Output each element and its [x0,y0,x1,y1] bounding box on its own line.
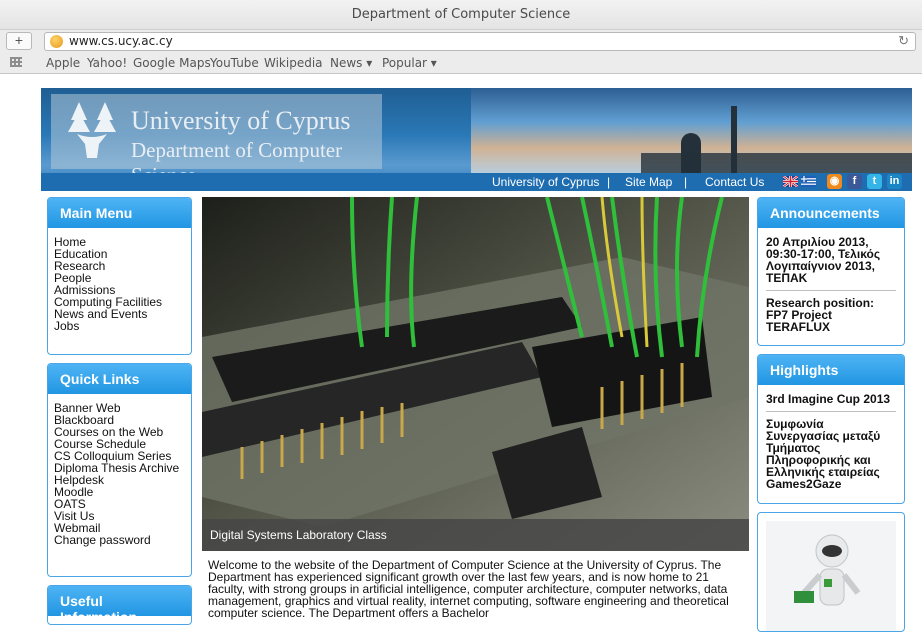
logo-university-name: University of Cyprus [131,106,351,135]
robot-promo-box[interactable] [757,512,905,632]
page-content: University of Cyprus Department of Compu… [41,88,912,632]
hero-photo-circuit-board [202,197,749,551]
banner-skyline [641,153,912,173]
highlights-list: 3rd Imagine Cup 2013 Συμφωνία Συνεργασία… [758,385,904,503]
announcement-item[interactable]: 20 Απριλίου 2013, 09:30-17:00, Τελικός Λ… [766,236,896,291]
address-bar: + www.cs.ucy.ac.cy ↻ [0,30,922,52]
quick-link-change-password[interactable]: Change password [54,533,151,547]
welcome-text: Welcome to the website of the Department… [208,558,729,620]
useful-information-title[interactable]: Useful Information [48,586,191,624]
new-tab-button[interactable]: + [6,32,32,50]
top-sites-grid-icon[interactable] [10,57,22,67]
hero-slideshow[interactable]: Digital Systems Laboratory Class [202,197,749,551]
site-logo[interactable]: University of Cyprus Department of Compu… [51,94,382,187]
main-menu-title: Main Menu [48,198,191,228]
url-text[interactable]: www.cs.ucy.ac.cy [69,34,173,48]
linkedin-icon[interactable]: in [887,174,902,189]
announcement-item[interactable]: Research position: FP7 Project TERAFLUX [766,297,896,339]
bookmark-google-maps[interactable]: Google Maps [133,56,211,70]
main-content: Digital Systems Laboratory Class Welcome… [202,197,749,619]
facebook-icon[interactable]: f [847,174,862,189]
nav-contact-us[interactable]: Contact Us [705,175,764,189]
announcements-box: Announcements 20 Απριλίου 2013, 09:30-17… [757,197,905,346]
robot-image [766,521,896,631]
highlights-box: Highlights 3rd Imagine Cup 2013 Συμφωνία… [757,354,905,504]
top-navigation: University of Cyprus | Site Map | Contac… [41,173,912,191]
site-favicon-icon [50,35,63,48]
bookmark-wikipedia[interactable]: Wikipedia [264,56,323,70]
left-sidebar: Main Menu Home Education Research People… [47,197,192,633]
highlights-title: Highlights [758,355,904,385]
useful-information-box: Useful Information [47,585,192,625]
greek-flag-icon[interactable] [801,176,816,187]
quick-links-box: Quick Links Banner Web Blackboard Course… [47,363,192,577]
bookmark-popular[interactable]: Popular ▾ [382,56,437,70]
announcements-title: Announcements [758,198,904,228]
nav-site-map[interactable]: Site Map [625,175,672,189]
quick-links-list: Banner Web Blackboard Courses on the Web… [48,394,191,552]
menu-item-jobs[interactable]: Jobs [54,319,79,333]
uk-flag-icon[interactable] [783,176,798,187]
highlight-item[interactable]: Συμφωνία Συνεργασίας μεταξύ Τμήματος Πλη… [766,418,896,496]
hero-caption: Digital Systems Laboratory Class [202,519,749,551]
nav-separator: | [607,175,611,189]
right-sidebar: Announcements 20 Απριλίου 2013, 09:30-17… [757,197,905,640]
twitter-icon[interactable]: t [867,174,882,189]
rss-icon[interactable]: ◉ [827,174,842,189]
browser-titlebar: Department of Computer Science [0,0,922,30]
bookmark-yahoo[interactable]: Yahoo! [87,56,127,70]
main-menu-box: Main Menu Home Education Research People… [47,197,192,355]
quick-links-title: Quick Links [48,364,191,394]
bookmark-news[interactable]: News ▾ [330,56,372,70]
site-banner: University of Cyprus Department of Compu… [41,88,912,191]
url-field[interactable]: www.cs.ucy.ac.cy ↻ [44,32,916,51]
announcements-list: 20 Απριλίου 2013, 09:30-17:00, Τελικός Λ… [758,228,904,345]
bookmark-youtube[interactable]: YouTube [210,56,259,70]
university-tree-logo-icon [68,102,116,158]
nav-separator: | [684,175,688,189]
highlight-item[interactable]: 3rd Imagine Cup 2013 [766,393,896,412]
bookmark-apple[interactable]: Apple [46,56,80,70]
window-title: Department of Computer Science [351,7,571,22]
main-menu-list: Home Education Research People Admission… [48,228,191,338]
reload-icon[interactable]: ↻ [898,33,909,49]
nav-university-of-cyprus[interactable]: University of Cyprus [492,175,599,189]
bookmarks-bar: Apple Yahoo! Google Maps YouTube Wikiped… [0,52,922,74]
